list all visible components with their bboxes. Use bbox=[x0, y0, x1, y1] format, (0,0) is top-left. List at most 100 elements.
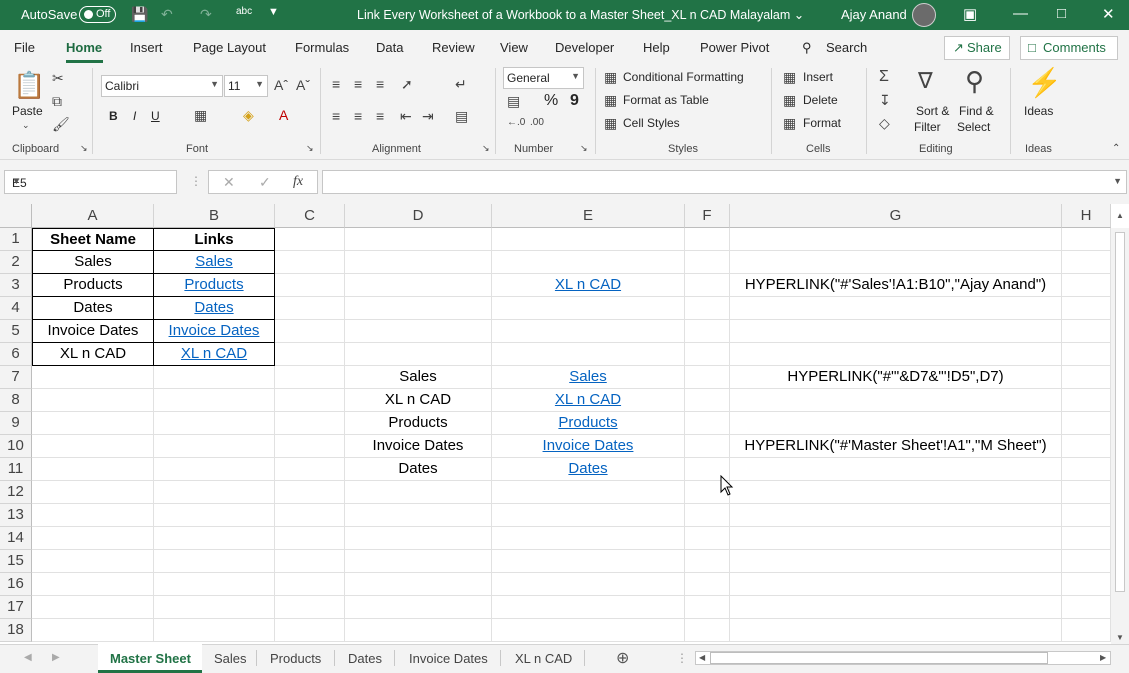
format-painter-icon[interactable]: 🖌 bbox=[52, 116, 70, 133]
row-header-6[interactable]: 6 bbox=[0, 343, 32, 366]
worksheet-grid[interactable]: A B C D E F G H 1 Sheet Name Links 2 Sales Sales 3 Prod… bbox=[0, 204, 1129, 644]
row-header-13[interactable]: 13 bbox=[0, 504, 32, 527]
cell-c18[interactable] bbox=[275, 619, 345, 642]
row-header-2[interactable]: 2 bbox=[0, 251, 32, 274]
cell-b17[interactable] bbox=[154, 596, 275, 619]
tab-file[interactable]: File bbox=[14, 40, 35, 55]
column-header-d[interactable]: D bbox=[345, 204, 492, 228]
cell-c5[interactable] bbox=[275, 320, 345, 343]
cell-a6[interactable]: XL n CAD bbox=[32, 343, 154, 366]
cell-d14[interactable] bbox=[345, 527, 492, 550]
cell-h5[interactable] bbox=[1062, 320, 1111, 343]
scroll-up-icon[interactable]: ▲ bbox=[1116, 211, 1124, 220]
column-header-e[interactable]: E bbox=[492, 204, 685, 228]
row-header-17[interactable]: 17 bbox=[0, 596, 32, 619]
cell-a8[interactable] bbox=[32, 389, 154, 412]
cell-g11[interactable] bbox=[730, 458, 1062, 481]
horizontal-scroll-thumb[interactable] bbox=[710, 652, 1048, 664]
cell-g4[interactable] bbox=[730, 297, 1062, 320]
cell-f14[interactable] bbox=[685, 527, 730, 550]
add-sheet-icon[interactable]: ⊕ bbox=[616, 648, 629, 668]
select-all-corner[interactable] bbox=[0, 204, 32, 228]
cell-b15[interactable] bbox=[154, 550, 275, 573]
cell-g6[interactable] bbox=[730, 343, 1062, 366]
cell-d9[interactable]: Products bbox=[345, 412, 492, 435]
enter-icon[interactable]: ✓ bbox=[259, 174, 271, 191]
cell-f8[interactable] bbox=[685, 389, 730, 412]
cell-g1[interactable] bbox=[730, 228, 1062, 251]
clipboard-launcher-icon[interactable]: ↘ bbox=[80, 143, 88, 154]
cell-h15[interactable] bbox=[1062, 550, 1111, 573]
format-cells-button[interactable]: Format bbox=[803, 116, 841, 130]
cell-d5[interactable] bbox=[345, 320, 492, 343]
split-handle-icon[interactable]: ⋮ bbox=[676, 651, 688, 665]
delete-cells-button[interactable]: Delete bbox=[803, 93, 838, 107]
formula-input[interactable]: ▼ bbox=[322, 170, 1127, 194]
row-header-16[interactable]: 16 bbox=[0, 573, 32, 596]
cell-c15[interactable] bbox=[275, 550, 345, 573]
cell-a10[interactable] bbox=[32, 435, 154, 458]
cell-c6[interactable] bbox=[275, 343, 345, 366]
sort-filter-label[interactable]: Sort & bbox=[916, 104, 949, 118]
cell-c2[interactable] bbox=[275, 251, 345, 274]
row-header-12[interactable]: 12 bbox=[0, 481, 32, 504]
chevron-down-icon[interactable]: ▼ bbox=[12, 176, 172, 186]
insert-cells-icon[interactable]: ▦ bbox=[783, 69, 796, 86]
ideas-icon[interactable]: ⚡ bbox=[1027, 66, 1062, 99]
customize-icon[interactable]: ▼ bbox=[268, 6, 279, 18]
tab-view[interactable]: View bbox=[500, 40, 528, 55]
cell-d10[interactable]: Invoice Dates bbox=[345, 435, 492, 458]
find-select-label[interactable]: Find & bbox=[959, 104, 994, 118]
chevron-down-icon[interactable]: ▼ bbox=[255, 79, 264, 89]
share-button[interactable]: ↗ Share bbox=[944, 36, 1010, 60]
column-header-a[interactable]: A bbox=[32, 204, 154, 228]
cell-f5[interactable] bbox=[685, 320, 730, 343]
cell-h4[interactable] bbox=[1062, 297, 1111, 320]
increase-indent-icon[interactable]: ⇥ bbox=[422, 108, 434, 125]
tab-insert[interactable]: Insert bbox=[130, 40, 163, 55]
wrap-text-icon[interactable]: ↵ bbox=[455, 76, 467, 93]
cell-e2[interactable] bbox=[492, 251, 685, 274]
alignment-launcher-icon[interactable]: ↘ bbox=[482, 143, 490, 154]
cell-c8[interactable] bbox=[275, 389, 345, 412]
cell-e8[interactable]: XL n CAD bbox=[492, 389, 685, 412]
name-box[interactable]: E5 ▼ bbox=[4, 170, 177, 194]
cell-g3[interactable]: HYPERLINK("#'Sales'!A1:B10","Ajay Anand"… bbox=[730, 274, 1062, 297]
paste-dropdown-icon[interactable]: ⌄ bbox=[22, 120, 30, 131]
italic-button[interactable]: I bbox=[133, 109, 136, 123]
sheet-tab-sales[interactable]: Sales bbox=[214, 651, 247, 666]
tab-formulas[interactable]: Formulas bbox=[295, 40, 349, 55]
find-select-icon[interactable]: ⚲ bbox=[965, 66, 984, 97]
autosum-icon[interactable]: Σ bbox=[879, 68, 889, 86]
cell-a13[interactable] bbox=[32, 504, 154, 527]
sheet-tab-products[interactable]: Products bbox=[270, 651, 321, 666]
cell-h12[interactable] bbox=[1062, 481, 1111, 504]
cell-e14[interactable] bbox=[492, 527, 685, 550]
cell-d3[interactable] bbox=[345, 274, 492, 297]
row-header-18[interactable]: 18 bbox=[0, 619, 32, 642]
cell-e17[interactable] bbox=[492, 596, 685, 619]
cell-d12[interactable] bbox=[345, 481, 492, 504]
cell-b1[interactable]: Links bbox=[154, 228, 275, 251]
save-icon[interactable]: 💾 bbox=[131, 6, 148, 23]
expand-formula-icon[interactable]: ▼ bbox=[1113, 176, 1122, 186]
currency-icon[interactable]: ▤ bbox=[507, 93, 520, 110]
tab-review[interactable]: Review bbox=[432, 40, 475, 55]
cell-g17[interactable] bbox=[730, 596, 1062, 619]
format-as-table-icon[interactable]: ▦ bbox=[604, 92, 617, 109]
copy-icon[interactable]: ⧉ bbox=[52, 93, 62, 110]
row-header-10[interactable]: 10 bbox=[0, 435, 32, 458]
cell-a2[interactable]: Sales bbox=[32, 251, 154, 274]
cell-a15[interactable] bbox=[32, 550, 154, 573]
cell-d1[interactable] bbox=[345, 228, 492, 251]
cell-a5[interactable]: Invoice Dates bbox=[32, 320, 154, 343]
row-header-14[interactable]: 14 bbox=[0, 527, 32, 550]
cell-e12[interactable] bbox=[492, 481, 685, 504]
row-header-15[interactable]: 15 bbox=[0, 550, 32, 573]
cell-b9[interactable] bbox=[154, 412, 275, 435]
minimize-icon[interactable]: — bbox=[1013, 5, 1028, 22]
cell-a1[interactable]: Sheet Name bbox=[32, 228, 154, 251]
comments-button[interactable]: □ Comments bbox=[1020, 36, 1118, 60]
cell-b11[interactable] bbox=[154, 458, 275, 481]
underline-button[interactable]: U bbox=[151, 109, 160, 123]
